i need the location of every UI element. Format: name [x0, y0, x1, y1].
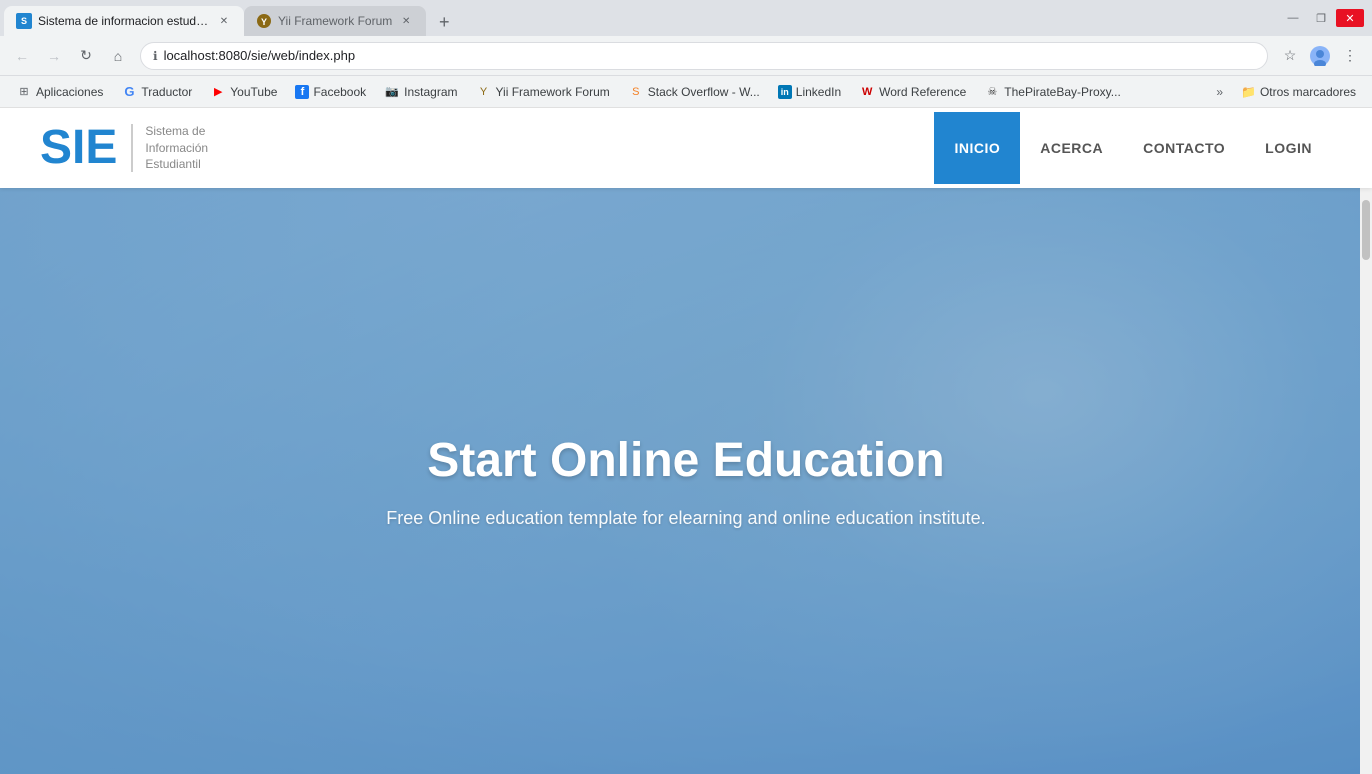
piratebay-icon: ☠	[984, 84, 1000, 100]
bookmark-piratebay-label: ThePirateBay-Proxy...	[1004, 85, 1120, 99]
traductor-icon: G	[121, 84, 137, 100]
hero-subtitle: Free Online education template for elear…	[386, 508, 985, 529]
bookmark-linkedin-label: LinkedIn	[796, 85, 841, 99]
home-button[interactable]: ⌂	[104, 42, 132, 70]
browser-window: S Sistema de informacion estudian... ✕ Y…	[0, 0, 1372, 774]
maximize-button[interactable]: ❐	[1308, 9, 1334, 27]
bookmark-linkedin[interactable]: in LinkedIn	[770, 81, 849, 103]
nav-inicio[interactable]: INICIO	[934, 112, 1020, 184]
other-bookmarks[interactable]: 📁 Otros marcadores	[1233, 81, 1364, 103]
web-content: SIE Sistema de Información Estudiantil I…	[0, 108, 1372, 774]
site-navbar: SIE Sistema de Información Estudiantil I…	[0, 108, 1372, 188]
tabs-area: S Sistema de informacion estudian... ✕ Y…	[0, 0, 1280, 36]
bookmark-instagram[interactable]: 📷 Instagram	[376, 80, 465, 104]
bookmark-youtube-label: YouTube	[230, 85, 277, 99]
bookmark-folder-icon: 📁	[1241, 85, 1256, 99]
new-tab-button[interactable]: +	[430, 8, 458, 36]
tab2-title: Yii Framework Forum	[278, 14, 392, 28]
tab1-close-button[interactable]: ✕	[216, 13, 232, 29]
bookmark-youtube[interactable]: ▶ YouTube	[202, 80, 285, 104]
logo-line1: Sistema de	[145, 123, 208, 140]
bookmark-traductor[interactable]: G Traductor	[113, 80, 200, 104]
svg-text:Y: Y	[261, 17, 267, 27]
hero-content: Start Online Education Free Online educa…	[346, 393, 1025, 569]
tab2-close-button[interactable]: ✕	[398, 13, 414, 29]
bookmark-aplicaciones[interactable]: ⊞ Aplicaciones	[8, 80, 111, 104]
bookmarks-more-button[interactable]: »	[1208, 81, 1231, 103]
logo-line2: Información	[145, 140, 208, 157]
aplicaciones-icon: ⊞	[16, 84, 32, 100]
logo-acronym: SIE	[40, 124, 133, 172]
bookmark-traductor-label: Traductor	[141, 85, 192, 99]
logo-line3: Estudiantil	[145, 156, 208, 173]
address-bar-right: ☆ ⋮	[1276, 42, 1364, 70]
bookmark-yii-label: Yii Framework Forum	[496, 85, 610, 99]
title-bar: S Sistema de informacion estudian... ✕ Y…	[0, 0, 1372, 36]
tab1-favicon: S	[16, 13, 32, 29]
forward-button[interactable]: →	[40, 42, 68, 70]
hero-title: Start Online Education	[386, 433, 985, 488]
bookmark-wordreference[interactable]: W Word Reference	[851, 80, 974, 104]
bookmark-piratebay[interactable]: ☠ ThePirateBay-Proxy...	[976, 80, 1128, 104]
linkedin-icon: in	[778, 85, 792, 99]
profile-button[interactable]	[1306, 42, 1334, 70]
tab-active[interactable]: S Sistema de informacion estudian... ✕	[4, 6, 244, 36]
bookmark-stackoverflow-label: Stack Overflow - W...	[648, 85, 760, 99]
minimize-button[interactable]: —	[1280, 9, 1306, 27]
stackoverflow-icon: S	[628, 84, 644, 100]
other-bookmarks-label: Otros marcadores	[1260, 85, 1356, 99]
window-controls: — ❐ ✕	[1280, 9, 1372, 27]
bookmark-aplicaciones-label: Aplicaciones	[36, 85, 103, 99]
bookmark-wordreference-label: Word Reference	[879, 85, 966, 99]
tab1-title: Sistema de informacion estudian...	[38, 14, 210, 28]
bookmark-facebook[interactable]: f Facebook	[287, 81, 374, 103]
nav-acerca[interactable]: ACERCA	[1020, 112, 1123, 184]
bookmark-instagram-label: Instagram	[404, 85, 457, 99]
youtube-icon: ▶	[210, 84, 226, 100]
tab-inactive[interactable]: Y Yii Framework Forum ✕	[244, 6, 426, 36]
url-bar[interactable]: ℹ localhost:8080/sie/web/index.php	[140, 42, 1268, 70]
scrollbar[interactable]	[1360, 188, 1372, 774]
bookmark-stackoverflow[interactable]: S Stack Overflow - W...	[620, 80, 768, 104]
hero-section: Start Online Education Free Online educa…	[0, 188, 1372, 774]
back-button[interactable]: ←	[8, 42, 36, 70]
site-nav: INICIO ACERCA CONTACTO LOGIN	[934, 112, 1332, 184]
bookmarks-bar: ⊞ Aplicaciones G Traductor ▶ YouTube f F…	[0, 76, 1372, 108]
bookmark-yii[interactable]: Y Yii Framework Forum	[468, 80, 618, 104]
yii-icon: Y	[476, 84, 492, 100]
wordreference-icon: W	[859, 84, 875, 100]
nav-contacto[interactable]: CONTACTO	[1123, 112, 1245, 184]
menu-button[interactable]: ⋮	[1336, 42, 1364, 70]
secure-icon: ℹ	[153, 49, 158, 63]
refresh-button[interactable]: ↻	[72, 42, 100, 70]
scrollbar-thumb[interactable]	[1362, 200, 1370, 260]
close-button[interactable]: ✕	[1336, 9, 1364, 27]
bookmark-star-button[interactable]: ☆	[1276, 42, 1304, 70]
facebook-icon: f	[295, 85, 309, 99]
nav-login[interactable]: LOGIN	[1245, 112, 1332, 184]
url-text: localhost:8080/sie/web/index.php	[164, 48, 1255, 63]
site-logo: SIE Sistema de Información Estudiantil	[40, 123, 208, 173]
instagram-icon: 📷	[384, 84, 400, 100]
tab2-favicon: Y	[256, 13, 272, 29]
logo-text: Sistema de Información Estudiantil	[145, 123, 208, 173]
address-bar: ← → ↻ ⌂ ℹ localhost:8080/sie/web/index.p…	[0, 36, 1372, 76]
bookmark-facebook-label: Facebook	[313, 85, 366, 99]
